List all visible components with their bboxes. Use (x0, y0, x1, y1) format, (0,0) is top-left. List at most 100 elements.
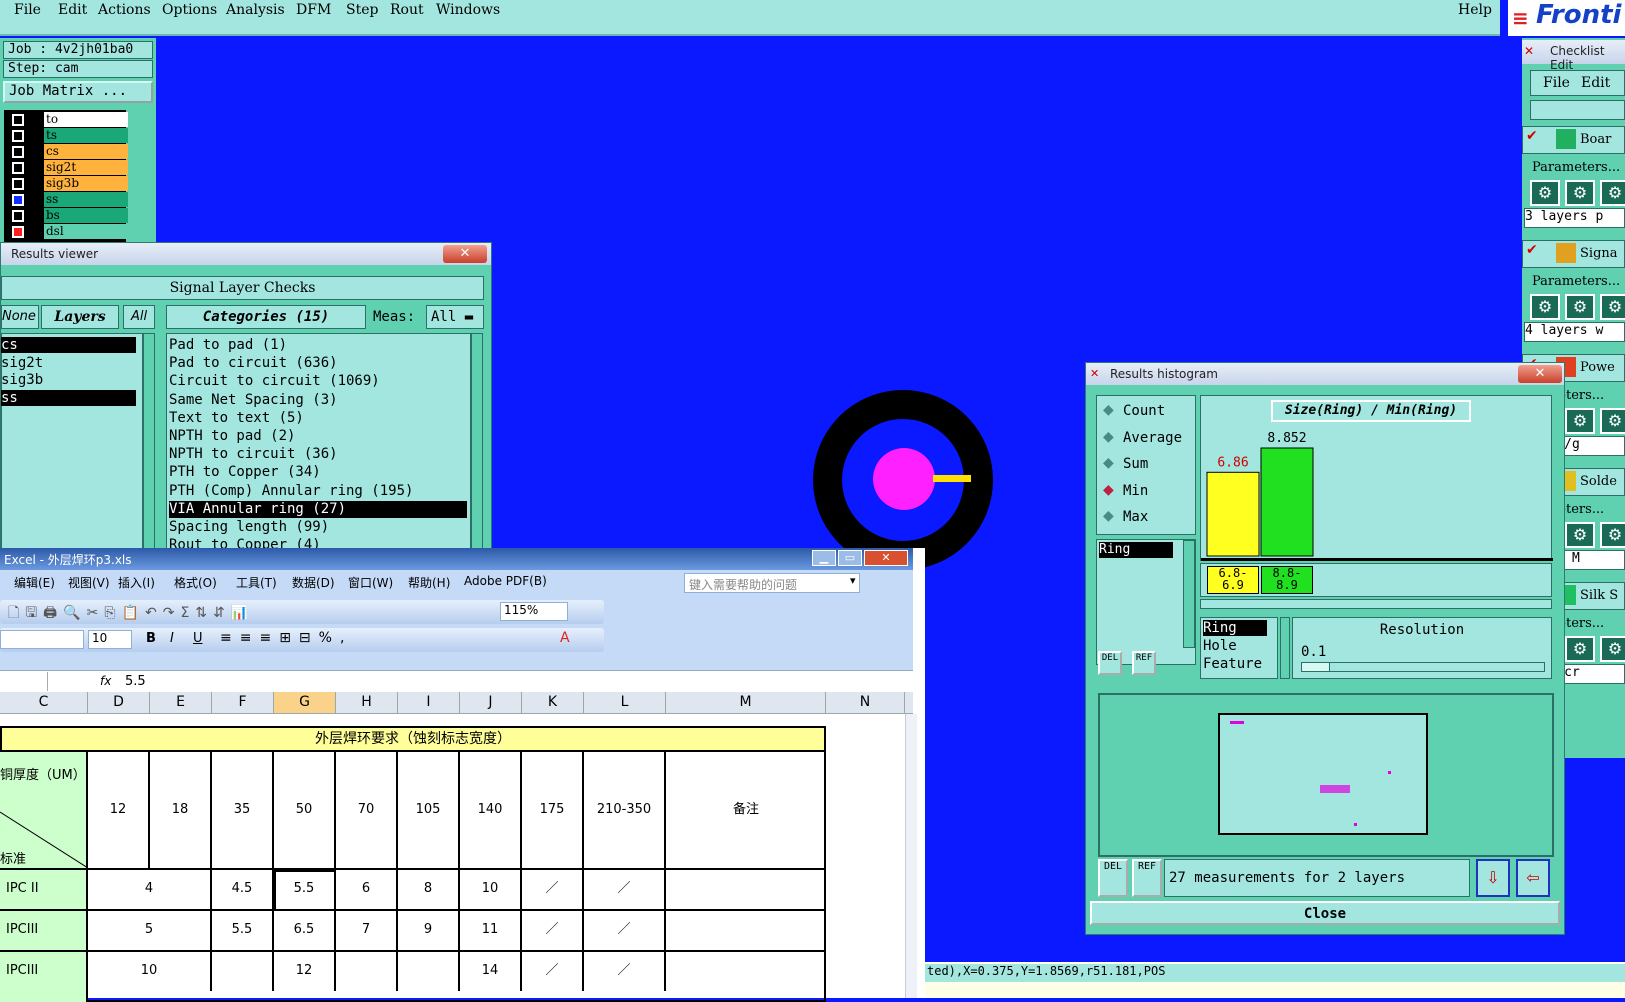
layer-result-item[interactable]: ss (1, 389, 136, 406)
column-header[interactable]: F (212, 692, 274, 713)
value-cell[interactable]: 5.5 (212, 911, 274, 950)
bin-label[interactable]: 8.8- 8.9 (1261, 566, 1313, 594)
value-cell[interactable]: ／ (522, 870, 584, 909)
layer-row[interactable]: bs (10, 208, 128, 224)
run-step-icon[interactable]: ⚙ (1530, 180, 1560, 206)
type-item[interactable]: Ring (1203, 620, 1267, 636)
column-header[interactable]: E (150, 692, 212, 713)
menu-rout[interactable]: Rout (390, 2, 424, 18)
excel-menu-item[interactable]: 插入(I) (118, 574, 155, 591)
excel-menu-item[interactable]: 工具(T) (236, 574, 277, 591)
value-cell[interactable] (212, 952, 274, 991)
parameters-label[interactable]: Parameters... (1532, 160, 1620, 175)
checkmark-icon[interactable]: ✔ (1526, 242, 1538, 258)
value-cell[interactable]: ／ (584, 952, 666, 991)
standard-cell[interactable]: IPCIII (0, 911, 88, 949)
run-step-icon[interactable]: ⚙ (1600, 180, 1625, 206)
aggregate-option[interactable]: ◆ Count (1103, 402, 1193, 422)
ref-button-2[interactable]: REF (1132, 859, 1162, 897)
excel-menu-item[interactable]: 帮助(H) (408, 574, 450, 591)
value-cell[interactable]: 7 (336, 911, 398, 950)
run-step-icon[interactable]: ⚙ (1600, 522, 1625, 548)
histogram-bar[interactable] (1206, 471, 1260, 557)
run-step-icon[interactable]: ⚙ (1565, 522, 1595, 548)
column-header[interactable]: L (584, 692, 666, 713)
value-cell[interactable]: 6 (336, 870, 398, 909)
column-header[interactable]: H (336, 692, 398, 713)
menu-file[interactable]: File (14, 2, 41, 18)
column-header[interactable]: D (88, 692, 150, 713)
category-item[interactable]: PTH to Copper (34) (169, 464, 467, 481)
checklist-menu-file[interactable]: File (1543, 75, 1570, 91)
category-item[interactable]: Pad to circuit (636) (169, 355, 467, 372)
value-cell[interactable]: 8 (398, 870, 460, 909)
type-item[interactable]: Feature (1203, 656, 1267, 672)
thickness-cell[interactable]: 12 (88, 752, 150, 868)
column-header[interactable]: I (398, 692, 460, 713)
layer-row[interactable]: to (10, 112, 128, 128)
thickness-cell[interactable]: 70 (336, 752, 398, 868)
value-cell[interactable]: 10 (460, 870, 522, 909)
meas-select[interactable]: All ▬ (426, 305, 484, 329)
run-step-icon[interactable]: ⚙ (1565, 294, 1595, 320)
font-color-icon[interactable]: A (560, 630, 570, 646)
font-size-select[interactable]: 10 (88, 630, 132, 649)
layer-checkbox[interactable] (12, 130, 24, 142)
column-header[interactable]: C (0, 692, 88, 713)
align-icons[interactable]: ≡≡≡⊞⊟%, (220, 630, 352, 646)
histogram-bar[interactable] (1260, 447, 1314, 557)
name-box[interactable] (0, 672, 48, 691)
menu-help[interactable]: Help (1458, 2, 1492, 18)
none-button[interactable]: None (1, 305, 39, 329)
value-cell[interactable] (336, 952, 398, 991)
category-item[interactable]: VIA Annular ring (27) (169, 500, 467, 518)
excel-close-icon[interactable]: ✕ (864, 550, 908, 566)
value-cell[interactable]: 10 (88, 952, 212, 991)
category-item[interactable]: PTH (Comp) Annular ring (195) (169, 483, 467, 500)
run-step-icon[interactable]: ⚙ (1600, 636, 1625, 662)
aggregate-option[interactable]: ◆ Average (1103, 429, 1193, 449)
value-cell[interactable]: 5 (88, 911, 212, 950)
thickness-cell[interactable]: 105 (398, 752, 460, 868)
zoom-select[interactable]: 115% (500, 602, 568, 621)
layer-checkbox[interactable] (12, 178, 24, 190)
value-cell[interactable]: 4.5 (212, 870, 274, 909)
value-cell[interactable]: 4 (88, 870, 212, 909)
font-name-select[interactable] (0, 630, 84, 649)
layers-button[interactable]: Layers (41, 305, 119, 329)
column-header[interactable]: M (666, 692, 826, 713)
radio-icon[interactable]: ◆ (1103, 508, 1114, 524)
value-cell[interactable]: ／ (522, 911, 584, 950)
layer-row[interactable]: cs (10, 144, 128, 160)
value-cell[interactable]: 12 (274, 952, 336, 991)
layer-checkbox[interactable] (12, 210, 24, 222)
aggregate-option[interactable]: ◆ Min (1103, 482, 1193, 502)
run-step-icon[interactable]: ⚙ (1600, 408, 1625, 434)
resolution-slider[interactable] (1301, 662, 1545, 672)
layer-checkbox[interactable] (12, 114, 24, 126)
underline-icon[interactable]: U (193, 631, 203, 646)
layer-checkbox[interactable] (12, 146, 24, 158)
layer-row[interactable]: sig2t (10, 160, 128, 176)
checklist-action-label[interactable]: Boar (1580, 132, 1611, 147)
menu-analysis[interactable]: Analysis (226, 2, 285, 18)
layer-result-item[interactable]: cs (1, 337, 136, 353)
category-item[interactable]: Pad to pad (1) (169, 337, 467, 354)
categories-button[interactable]: Categories (15) (166, 305, 366, 329)
column-header[interactable]: J (460, 692, 522, 713)
ring-list-item[interactable]: Ring (1099, 542, 1173, 558)
vertical-scrollbar[interactable] (905, 714, 917, 998)
layer-row[interactable]: sig3b (10, 176, 128, 192)
menu-step[interactable]: Step (346, 2, 378, 18)
job-matrix-button[interactable]: Job Matrix ... (3, 81, 153, 103)
excel-menu-item[interactable]: 视图(V) (68, 574, 110, 591)
layer-checkbox[interactable] (12, 226, 24, 238)
layer-row[interactable]: ss (10, 192, 128, 208)
excel-menu-item[interactable]: 编辑(E) (14, 574, 55, 591)
category-item[interactable]: Circuit to circuit (1069) (169, 373, 467, 390)
value-cell[interactable]: ／ (584, 870, 666, 909)
close-button[interactable]: Close (1090, 901, 1560, 925)
standard-cell[interactable]: IPCIII (0, 952, 88, 990)
radio-icon[interactable]: ◆ (1103, 429, 1114, 445)
excel-menu-item[interactable]: Adobe PDF(B) (464, 574, 547, 588)
